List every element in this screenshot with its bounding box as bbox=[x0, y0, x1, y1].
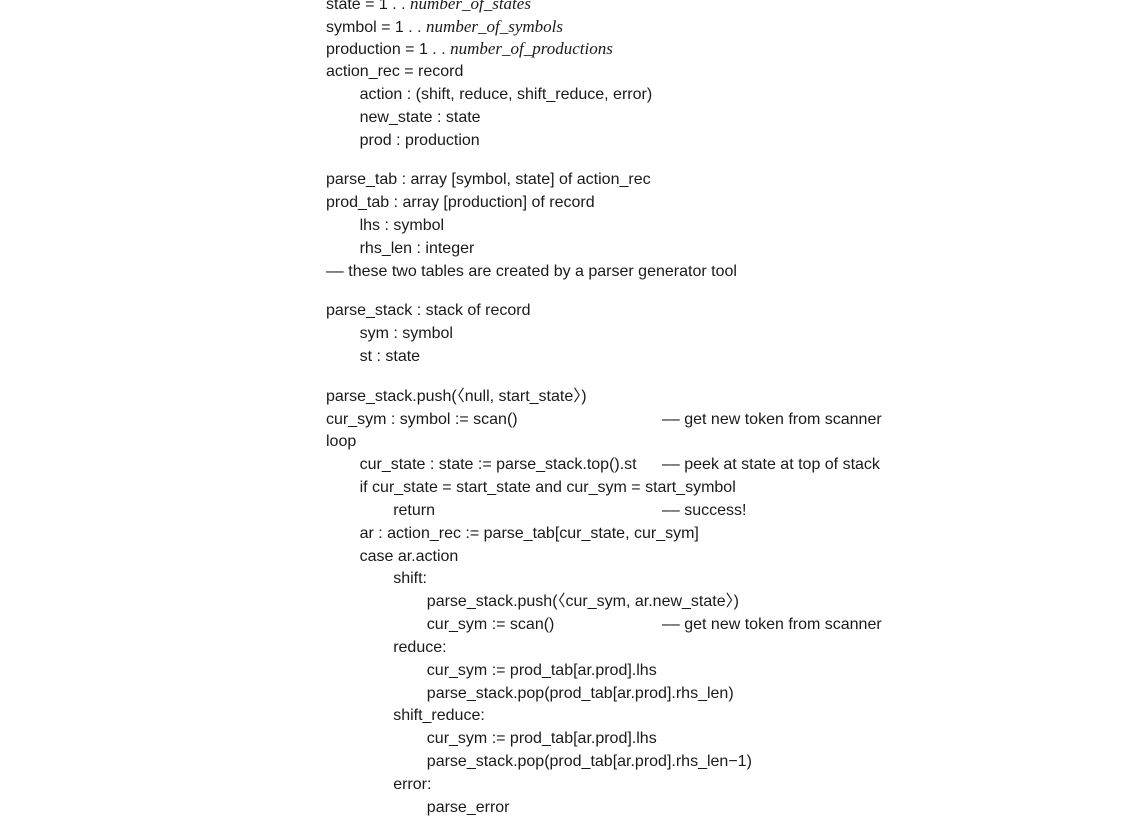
code-text: reduce: bbox=[393, 639, 447, 656]
code-line: case ar.action bbox=[360, 547, 459, 567]
code-line: st : state bbox=[360, 347, 420, 367]
code-line: parse_stack.push(〈null, start_state〉) bbox=[326, 387, 587, 407]
code-line: shift: bbox=[393, 569, 427, 589]
code-line: prod_tab : array [production] of record bbox=[326, 193, 595, 213]
code-comment: –– get new token from scanner bbox=[662, 616, 882, 633]
code-line: loop bbox=[326, 432, 356, 452]
code-text: cur_sym : symbol := scan() bbox=[326, 411, 518, 428]
code-text: new_state : state bbox=[359, 109, 481, 126]
code-listing: state = 1 . . number_of_statessymbol = 1… bbox=[0, 0, 1128, 824]
code-italic-term: number_of_productions bbox=[450, 39, 613, 58]
code-text: st : state bbox=[359, 348, 421, 365]
code-text: production = 1 . . bbox=[326, 41, 451, 58]
code-line: ar : action_rec := parse_tab[cur_state, … bbox=[360, 524, 699, 544]
code-text: error: bbox=[393, 776, 432, 793]
code-line: shift_reduce: bbox=[393, 706, 485, 726]
code-italic-term: number_of_states bbox=[410, 0, 531, 13]
code-line: parse_stack.pop(prod_tab[ar.prod].rhs_le… bbox=[427, 752, 752, 772]
code-line: sym : symbol bbox=[360, 324, 453, 344]
code-comment: –– get new token from scanner bbox=[662, 411, 882, 428]
code-comment: –– success! bbox=[662, 502, 747, 519]
code-line: action : (shift, reduce, shift_reduce, e… bbox=[360, 85, 653, 105]
code-text: prod : production bbox=[359, 132, 480, 149]
code-text: lhs : symbol bbox=[359, 217, 445, 234]
code-text: parse_stack.push(〈null, start_state〉) bbox=[326, 388, 587, 405]
code-text: parse_stack.pop(prod_tab[ar.prod].rhs_le… bbox=[426, 753, 752, 770]
code-line: rhs_len : integer bbox=[360, 239, 475, 259]
code-line: parse_stack : stack of record bbox=[326, 301, 531, 321]
code-line: cur_sym := prod_tab[ar.prod].lhs bbox=[427, 661, 657, 681]
code-text: prod_tab : array [production] of record bbox=[326, 194, 595, 211]
code-line: production = 1 . . number_of_productions bbox=[326, 39, 613, 59]
code-text: case ar.action bbox=[359, 548, 459, 565]
code-text: action : (shift, reduce, shift_reduce, e… bbox=[359, 86, 653, 103]
code-line: cur_state : state := parse_stack.top().s… bbox=[360, 455, 637, 475]
code-text: rhs_len : integer bbox=[359, 240, 475, 257]
code-line: cur_sym := scan() bbox=[427, 615, 555, 635]
code-line: action_rec = record bbox=[326, 62, 463, 82]
code-text: sym : symbol bbox=[359, 325, 453, 342]
code-text: if cur_state = start_state and cur_sym =… bbox=[359, 479, 736, 496]
code-text: –– these two tables are created by a par… bbox=[326, 263, 737, 280]
code-line: prod : production bbox=[360, 131, 480, 151]
code-text: loop bbox=[326, 433, 357, 450]
code-line: symbol = 1 . . number_of_symbols bbox=[326, 17, 563, 37]
code-text: parse_error bbox=[426, 799, 510, 816]
code-line: return bbox=[393, 501, 435, 521]
code-line: parse_tab : array [symbol, state] of act… bbox=[326, 170, 651, 190]
code-text: cur_sym := prod_tab[ar.prod].lhs bbox=[426, 730, 657, 747]
code-text: ar : action_rec := parse_tab[cur_state, … bbox=[359, 525, 699, 542]
code-text: parse_stack : stack of record bbox=[326, 302, 531, 319]
code-line: –– these two tables are created by a par… bbox=[326, 262, 737, 282]
code-text: cur_sym := prod_tab[ar.prod].lhs bbox=[426, 662, 657, 679]
code-line: reduce: bbox=[393, 638, 446, 658]
code-line: parse_error bbox=[427, 798, 510, 818]
code-text: parse_tab : array [symbol, state] of act… bbox=[326, 171, 651, 188]
code-text: cur_state : state := parse_stack.top().s… bbox=[359, 456, 637, 473]
code-text: symbol = 1 . . bbox=[326, 19, 427, 36]
code-comment: –– peek at state at top of stack bbox=[662, 456, 880, 473]
code-line: cur_sym : symbol := scan() bbox=[326, 410, 518, 430]
code-italic-term: number_of_symbols bbox=[426, 17, 563, 36]
code-line: parse_stack.pop(prod_tab[ar.prod].rhs_le… bbox=[427, 684, 734, 704]
code-text: shift_reduce: bbox=[393, 707, 485, 724]
code-text: parse_stack.pop(prod_tab[ar.prod].rhs_le… bbox=[426, 685, 734, 702]
code-line: state = 1 . . number_of_states bbox=[326, 0, 531, 14]
code-text: cur_sym := scan() bbox=[426, 616, 555, 633]
code-line: parse_stack.push(〈cur_sym, ar.new_state〉… bbox=[427, 592, 739, 612]
code-line: lhs : symbol bbox=[360, 216, 444, 236]
code-text: action_rec = record bbox=[326, 63, 464, 80]
code-line: cur_sym := prod_tab[ar.prod].lhs bbox=[427, 729, 657, 749]
code-line: error: bbox=[393, 775, 431, 795]
code-line: if cur_state = start_state and cur_sym =… bbox=[360, 478, 736, 498]
code-line: new_state : state bbox=[360, 108, 481, 128]
code-text: shift: bbox=[393, 570, 427, 587]
code-text: parse_stack.push(〈cur_sym, ar.new_state〉… bbox=[426, 593, 739, 610]
code-text: return bbox=[393, 502, 435, 519]
code-text: state = 1 . . bbox=[326, 0, 411, 13]
